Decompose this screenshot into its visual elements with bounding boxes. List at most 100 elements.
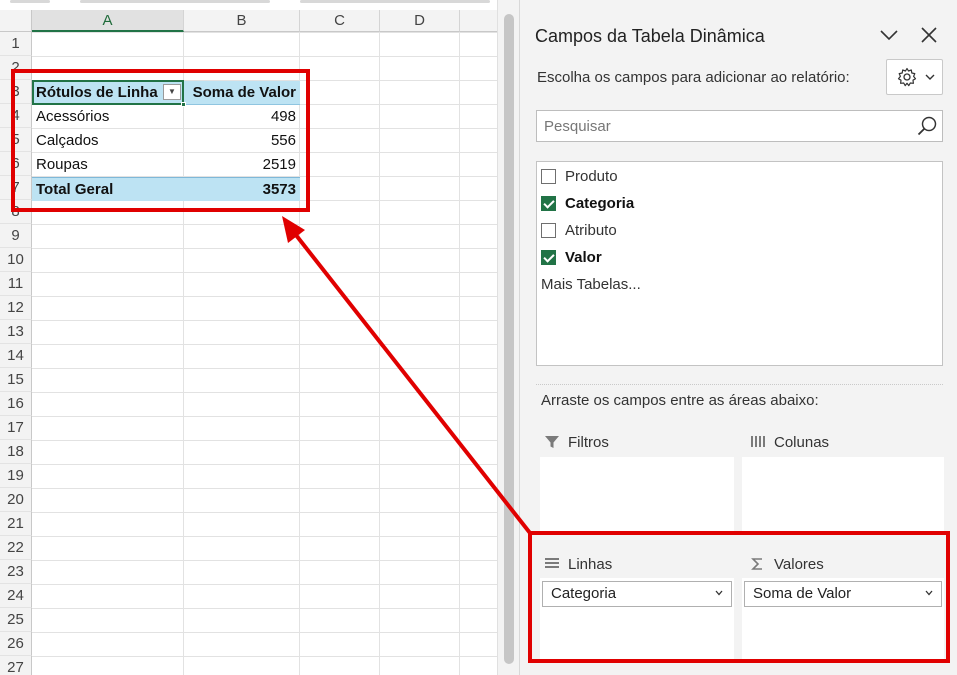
row-header[interactable]: 23 [0, 560, 32, 584]
column-header-b[interactable]: B [184, 10, 300, 32]
filter-dropdown-icon: ▼ [168, 87, 176, 96]
checkbox-atributo[interactable] [541, 222, 556, 238]
checkbox-valor[interactable] [541, 249, 556, 265]
row-header[interactable]: 9 [0, 224, 32, 248]
search-icon[interactable] [916, 115, 938, 137]
pane-title: Campos da Tabela Dinâmica [535, 26, 765, 46]
rows-drop-zone[interactable]: Categoria [540, 578, 734, 660]
pivot-row-label[interactable]: Calçados [32, 129, 184, 153]
ribbon-edge [0, 0, 497, 10]
pivot-row-value[interactable]: 556 [184, 129, 300, 153]
pivot-header-values[interactable]: Soma de Valor [184, 81, 300, 105]
field-label: Atributo [565, 221, 617, 239]
close-icon[interactable] [918, 24, 940, 46]
row-header[interactable]: 14 [0, 344, 32, 368]
row-header[interactable]: 11 [0, 272, 32, 296]
gear-icon [897, 67, 917, 87]
sigma-icon [750, 556, 766, 572]
row-header[interactable]: 6 [0, 152, 32, 176]
checkbox-categoria[interactable] [541, 195, 556, 211]
field-label: Valor [565, 248, 602, 266]
row-header[interactable]: 13 [0, 320, 32, 344]
row-header[interactable]: 10 [0, 248, 32, 272]
checkbox-produto[interactable] [541, 168, 556, 184]
row-header[interactable]: 24 [0, 584, 32, 608]
rows-area-label: Linhas [568, 555, 613, 573]
row-header[interactable]: 17 [0, 416, 32, 440]
row-header[interactable]: 7 [0, 176, 32, 200]
row-header[interactable]: 15 [0, 368, 32, 392]
row-header[interactable]: 16 [0, 392, 32, 416]
area-separator [736, 430, 740, 660]
areas-instruction: Arraste os campos entre as áreas abaixo: [541, 392, 819, 409]
pivot-row-value[interactable]: 2519 [184, 153, 300, 177]
pivot-total-value[interactable]: 3573 [184, 177, 300, 201]
row-header[interactable]: 4 [0, 104, 32, 128]
field-item-atributo[interactable]: Atributo [541, 219, 617, 241]
row-header[interactable]: 2 [0, 56, 32, 80]
field-item-valor[interactable]: Valor [541, 246, 602, 268]
rows-field-label: Categoria [551, 585, 617, 602]
field-item-categoria[interactable]: Categoria [541, 192, 634, 214]
pivot-row-label[interactable]: Roupas [32, 153, 184, 177]
fill-handle[interactable] [181, 102, 186, 107]
row-header[interactable]: 3 [0, 80, 32, 104]
field-search[interactable] [536, 110, 943, 142]
field-label: Produto [565, 167, 618, 185]
values-area-header: Valores [750, 550, 824, 578]
row-header[interactable]: 8 [0, 200, 32, 224]
row-header[interactable]: 22 [0, 536, 32, 560]
scrollbar-thumb[interactable] [504, 14, 514, 664]
chevron-down-icon [715, 590, 723, 596]
field-item-produto[interactable]: Produto [541, 165, 618, 187]
row-header[interactable]: 1 [0, 32, 32, 56]
spreadsheet[interactable]: A B C D 1 2 3 4 5 6 7 8 9 10 11 12 13 14 15 16 17 18 19 20 2… [0, 0, 497, 675]
rows-field-dropdown[interactable]: Categoria [542, 581, 732, 607]
row-labels-filter-button[interactable]: ▼ [163, 84, 181, 100]
row-header[interactable]: 5 [0, 128, 32, 152]
pivot-row-value[interactable]: 498 [184, 105, 300, 129]
pane-divider [536, 384, 943, 385]
row-header[interactable]: 20 [0, 488, 32, 512]
row-header[interactable]: 21 [0, 512, 32, 536]
filters-drop-zone[interactable] [540, 457, 734, 532]
column-header-c[interactable]: C [300, 10, 380, 32]
chevron-down-icon [925, 590, 933, 596]
row-header[interactable]: 18 [0, 440, 32, 464]
columns-area-header: Colunas [750, 428, 829, 456]
more-tables-link[interactable]: Mais Tabelas... [541, 276, 641, 293]
row-header[interactable]: 25 [0, 608, 32, 632]
field-label: Categoria [565, 194, 635, 212]
search-input[interactable] [537, 111, 907, 141]
column-header-e[interactable] [460, 10, 497, 32]
vertical-scrollbar[interactable] [497, 0, 519, 675]
rows-icon [544, 556, 560, 572]
row-header[interactable]: 27 [0, 656, 32, 675]
columns-drop-zone[interactable] [742, 457, 944, 532]
values-drop-zone[interactable]: Soma de Valor [742, 578, 944, 660]
row-header[interactable]: 26 [0, 632, 32, 656]
rows-area-header: Linhas [544, 550, 612, 578]
tools-button[interactable] [886, 59, 943, 95]
filters-area-header: Filtros [544, 428, 609, 456]
columns-area-label: Colunas [774, 433, 830, 451]
values-area-label: Valores [774, 555, 824, 573]
filters-area-label: Filtros [568, 433, 609, 451]
pane-prompt: Escolha os campos para adicionar ao rela… [537, 69, 850, 86]
columns-icon [750, 434, 766, 450]
column-header-d[interactable]: D [380, 10, 460, 32]
pivot-total-label[interactable]: Total Geral [32, 177, 184, 201]
pivot-fields-pane: Campos da Tabela Dinâmica Escolha os cam… [519, 0, 957, 675]
values-field-label: Soma de Valor [753, 585, 852, 602]
chevron-down-icon [925, 74, 935, 80]
column-headers: A B C D [0, 10, 497, 32]
column-header-a[interactable]: A [32, 10, 184, 32]
pivot-row-label[interactable]: Acessórios [32, 105, 184, 129]
values-field-dropdown[interactable]: Soma de Valor [744, 581, 942, 607]
chevron-down-icon[interactable] [878, 24, 900, 46]
field-list[interactable]: Produto Categoria Atributo Valor Mais Ta… [536, 161, 943, 366]
filter-icon [544, 434, 560, 450]
pivot-header-rows[interactable]: Rótulos de Linha [32, 81, 184, 105]
row-header[interactable]: 12 [0, 296, 32, 320]
row-header[interactable]: 19 [0, 464, 32, 488]
